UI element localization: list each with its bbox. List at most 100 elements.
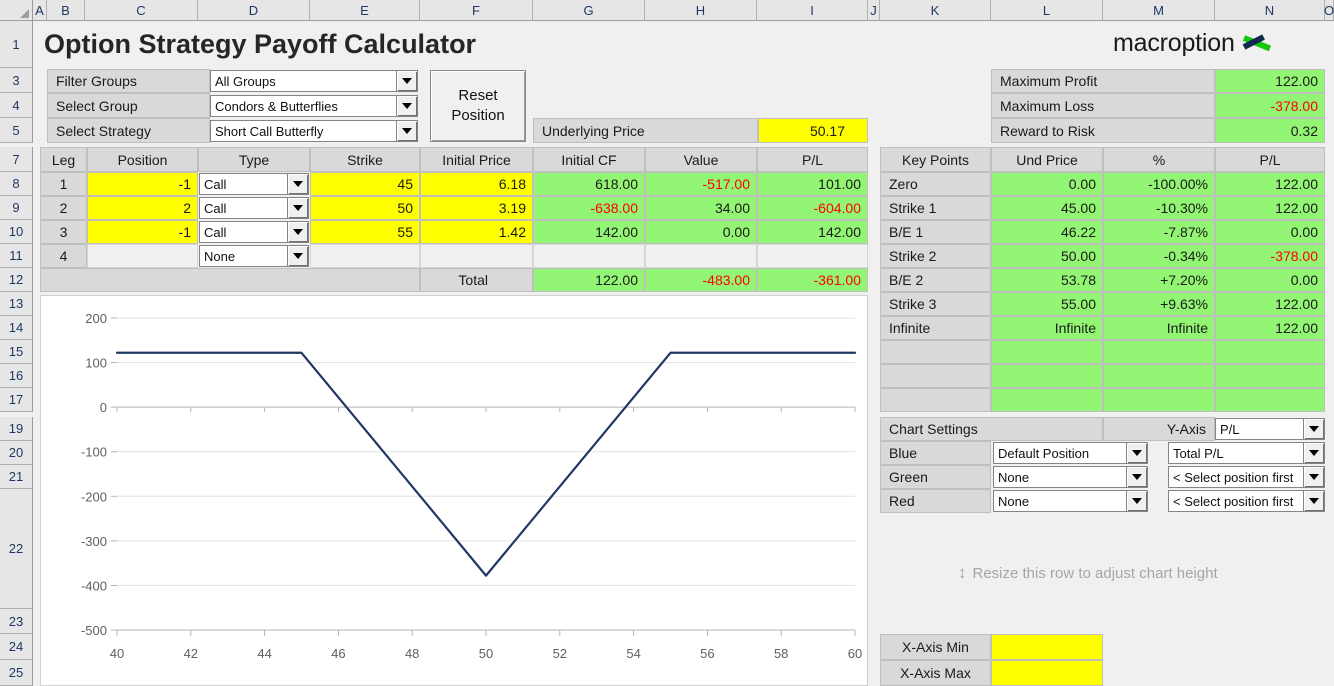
column-header-M[interactable]: M (1103, 0, 1215, 21)
column-header-F[interactable]: F (420, 0, 533, 21)
chevron-down-icon[interactable] (287, 246, 308, 266)
chevron-down-icon[interactable] (1303, 491, 1324, 511)
payoff-chart[interactable]: -500 -400 -300 -200 -100 0 100 200 40 42 44 46 48 50 5… (40, 295, 868, 686)
column-header-B[interactable]: B (47, 0, 85, 21)
chevron-down-icon[interactable] (396, 96, 417, 116)
leg-initial-price-input[interactable]: 3.19 (420, 196, 533, 220)
key-point-pl (1215, 364, 1325, 388)
leg-strike-input[interactable]: 50 (310, 196, 420, 220)
green-position-dropdown[interactable]: None (993, 466, 1148, 488)
chevron-down-icon[interactable] (396, 71, 417, 91)
chevron-down-icon[interactable] (396, 121, 417, 141)
row-header-11[interactable]: 11 (0, 244, 33, 268)
leg-position-input[interactable]: 2 (87, 196, 198, 220)
chevron-down-icon[interactable] (1126, 491, 1147, 511)
row-header-12[interactable]: 12 (0, 268, 33, 292)
column-header-O[interactable]: O (1324, 0, 1334, 21)
select-strategy-dropdown[interactable]: Short Call Butterfly (210, 120, 418, 142)
key-point-pct: -7.87% (1103, 220, 1215, 244)
row-header-7[interactable]: 7 (0, 147, 33, 172)
select-strategy-label: Select Strategy (47, 118, 210, 143)
column-header-K[interactable]: K (880, 0, 991, 21)
column-header-I[interactable]: I (757, 0, 868, 21)
row-header-14[interactable]: 14 (0, 316, 33, 340)
row-header-25[interactable]: 25 (0, 660, 33, 686)
leg-initial-price-input[interactable]: 6.18 (420, 172, 533, 196)
chevron-down-icon[interactable] (1126, 443, 1147, 463)
column-header-J[interactable]: J (868, 0, 880, 21)
chevron-down-icon[interactable] (1303, 419, 1324, 439)
column-header-D[interactable]: D (198, 0, 310, 21)
row-header-5[interactable]: 5 (0, 118, 33, 143)
chevron-down-icon[interactable] (1303, 443, 1324, 463)
y-axis-dropdown[interactable]: P/L (1215, 418, 1325, 440)
legs-header-pl: P/L (757, 147, 868, 172)
blue-position-dropdown[interactable]: Default Position (993, 442, 1148, 464)
chevron-down-icon[interactable] (287, 222, 308, 242)
row-header-8[interactable]: 8 (0, 172, 33, 196)
column-header-H[interactable]: H (645, 0, 757, 21)
row-header-22[interactable]: 22 (0, 489, 33, 609)
green-series-dropdown[interactable]: < Select position first (1168, 466, 1325, 488)
row-header-3[interactable]: 3 (0, 68, 33, 93)
row-header-9[interactable]: 9 (0, 196, 33, 220)
select-all-corner[interactable] (0, 0, 33, 21)
select-group-dropdown[interactable]: Condors & Butterflies (210, 95, 418, 117)
column-header-A[interactable]: A (33, 0, 47, 21)
row-header-24[interactable]: 24 (0, 634, 33, 660)
row-header-23[interactable]: 23 (0, 609, 33, 634)
column-header-L[interactable]: L (991, 0, 1103, 21)
leg-type-dropdown[interactable]: Call (199, 173, 309, 195)
x-axis-max-input[interactable] (991, 660, 1103, 686)
page-title: Option Strategy Payoff Calculator (44, 29, 477, 59)
key-point-pct (1103, 340, 1215, 364)
leg-type-dropdown[interactable]: Call (199, 197, 309, 219)
logo-arrow-icon (1242, 32, 1278, 56)
filter-groups-dropdown[interactable]: All Groups (210, 70, 418, 92)
row-header-15[interactable]: 15 (0, 340, 33, 364)
red-position-dropdown[interactable]: None (993, 490, 1148, 512)
row-header-10[interactable]: 10 (0, 220, 33, 244)
leg-value: 34.00 (645, 196, 757, 220)
chevron-down-icon[interactable] (1303, 467, 1324, 487)
leg-initial-price-input[interactable] (420, 244, 533, 268)
leg-position-input[interactable]: -1 (87, 172, 198, 196)
leg-type-dropdown[interactable]: None (199, 245, 309, 267)
payoff-line-total-p-l (115, 351, 857, 577)
logo-text: macroption (1113, 29, 1235, 57)
chart-settings-title: Chart Settings (880, 417, 1103, 441)
chart-series-color-blue: Blue (880, 441, 991, 465)
leg-strike-input[interactable]: 55 (310, 220, 420, 244)
leg-type-value: Call (204, 200, 227, 216)
chevron-down-icon[interactable] (287, 198, 308, 218)
row-header-21[interactable]: 21 (0, 465, 33, 489)
red-series-dropdown[interactable]: < Select position first (1168, 490, 1325, 512)
row-header-20[interactable]: 20 (0, 441, 33, 465)
leg-position-input[interactable]: -1 (87, 220, 198, 244)
leg-initial-price-input[interactable]: 1.42 (420, 220, 533, 244)
leg-strike-input[interactable]: 45 (310, 172, 420, 196)
leg-type-dropdown[interactable]: Call (199, 221, 309, 243)
y-tick-label: -300 (81, 534, 107, 549)
leg-strike-input[interactable] (310, 244, 420, 268)
x-axis-min-input[interactable] (991, 634, 1103, 660)
row-header-13[interactable]: 13 (0, 292, 33, 316)
leg-position-input[interactable] (87, 244, 198, 268)
row-header-19[interactable]: 19 (0, 417, 33, 441)
blue-series-dropdown[interactable]: Total P/L (1168, 442, 1325, 464)
column-header-G[interactable]: G (533, 0, 645, 21)
key-point-name: Strike 2 (880, 244, 991, 268)
legs-header-type: Type (198, 147, 310, 172)
row-header-16[interactable]: 16 (0, 364, 33, 388)
chevron-down-icon[interactable] (287, 174, 308, 194)
column-header-E[interactable]: E (310, 0, 420, 21)
row-header-17[interactable]: 17 (0, 388, 33, 412)
leg-type-value: None (204, 248, 236, 264)
column-header-N[interactable]: N (1215, 0, 1325, 21)
reset-position-button[interactable]: Reset Position (430, 70, 526, 142)
chevron-down-icon[interactable] (1126, 467, 1147, 487)
column-header-C[interactable]: C (85, 0, 198, 21)
row-header-4[interactable]: 4 (0, 93, 33, 118)
row-header-1[interactable]: 1 (0, 21, 33, 68)
underlying-price-input[interactable]: 50.17 (758, 118, 868, 143)
